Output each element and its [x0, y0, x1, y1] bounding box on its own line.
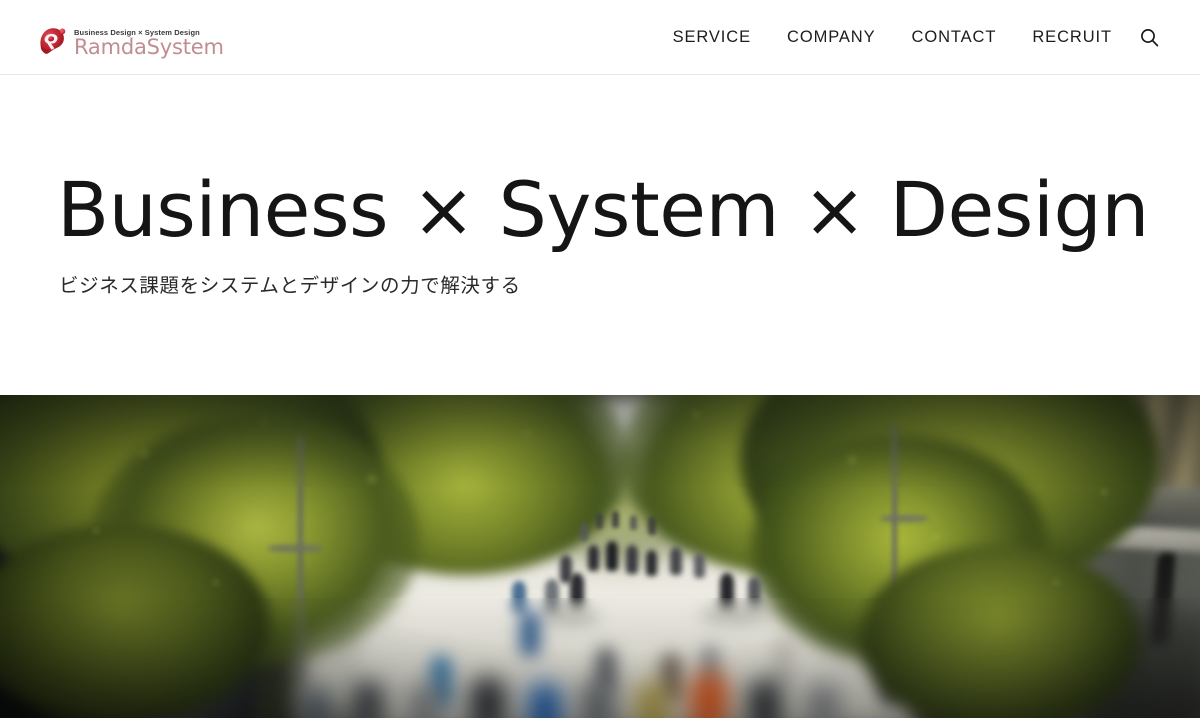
hero-subtitle: ビジネス課題をシステムとデザインの力で解決する	[59, 274, 521, 297]
nav-item-contact[interactable]: CONTACT	[894, 0, 1015, 75]
main-navigation: SERVICE COMPANY CONTACT RECRUIT	[655, 0, 1130, 75]
brand-name: RamdaSystem	[74, 35, 224, 60]
photo-foliage-detail	[0, 395, 1200, 718]
ramda-logo-mark-icon	[36, 24, 70, 58]
site-header: Business Design × System Design RamdaSys…	[0, 0, 1200, 75]
search-button[interactable]	[1131, 0, 1167, 75]
nav-item-recruit[interactable]: RECRUIT	[1014, 0, 1130, 75]
hero-text-section: Business × System × Design ビジネス課題をシステムとデ…	[0, 75, 1200, 395]
hero-photo-pedestrian-boulevard	[0, 395, 1200, 718]
site-logo-link[interactable]: Business Design × System Design RamdaSys…	[36, 17, 224, 59]
brand-text-group: Business Design × System Design RamdaSys…	[74, 29, 224, 59]
nav-item-service[interactable]: SERVICE	[655, 0, 769, 75]
page-root: Business Design × System Design RamdaSys…	[0, 0, 1200, 718]
hero-photo-scene	[0, 395, 1200, 718]
search-icon	[1140, 28, 1159, 47]
nav-item-company[interactable]: COMPANY	[769, 0, 894, 75]
hero-title: Business × System × Design	[57, 165, 1149, 254]
